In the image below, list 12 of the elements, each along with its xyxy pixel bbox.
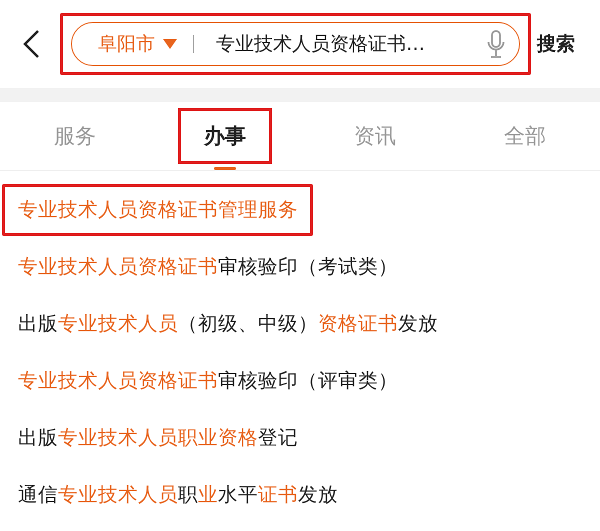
search-field[interactable]: 阜阳市 专业技术人员资格证书… — [71, 22, 520, 66]
microphone-icon[interactable] — [487, 30, 505, 58]
search-result[interactable]: 出版专业技术人员（初级、中级）资格证书发放 — [18, 310, 438, 337]
caret-icon[interactable] — [163, 39, 177, 49]
tab-indicator — [214, 167, 236, 170]
search-result[interactable]: 出版专业技术人员职业资格登记 — [18, 424, 298, 451]
search-text[interactable]: 专业技术人员资格证书… — [216, 31, 487, 57]
search-result[interactable]: 专业技术人员资格证书审核验印（考试类） — [18, 253, 398, 280]
tab[interactable]: 办事 — [204, 118, 246, 154]
search-button[interactable]: 搜索 — [537, 31, 575, 57]
search-result[interactable]: 通信专业技术人员职业水平证书发放 — [18, 481, 338, 508]
search-result[interactable]: 专业技术人员资格证书审核验印（评审类） — [18, 367, 398, 394]
